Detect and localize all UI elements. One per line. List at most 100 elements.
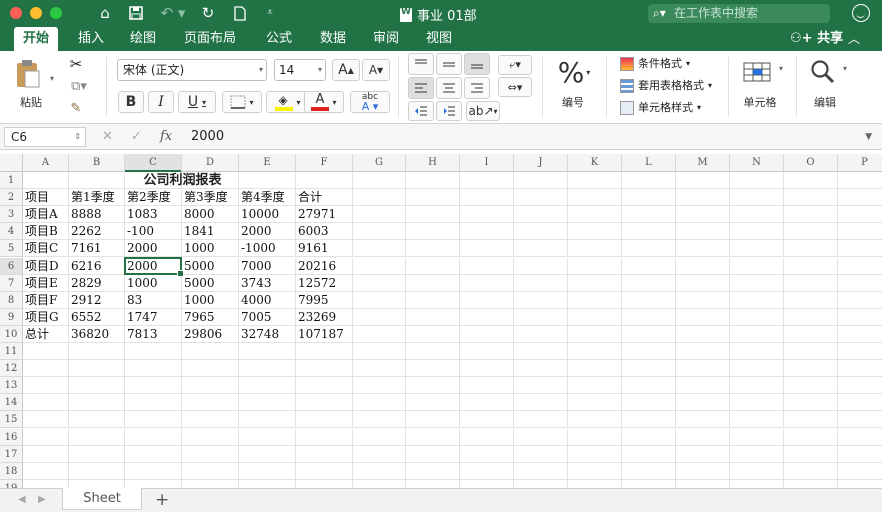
cell[interactable] — [23, 462, 69, 480]
row-header[interactable]: 6 — [0, 257, 23, 275]
wrap-text-icon[interactable]: ⤶▾ — [498, 55, 532, 75]
cell[interactable] — [622, 360, 676, 378]
format-painter-icon[interactable]: ✎ — [66, 99, 86, 117]
cell[interactable] — [514, 240, 568, 258]
cell[interactable] — [23, 172, 69, 190]
row-header[interactable]: 16 — [0, 428, 23, 446]
cell[interactable] — [125, 394, 182, 412]
cell[interactable] — [730, 411, 784, 429]
cell[interactable] — [69, 394, 125, 412]
align-middle-icon[interactable] — [436, 53, 462, 75]
cell[interactable] — [353, 377, 406, 395]
cell[interactable]: 项目C — [23, 240, 69, 258]
cell[interactable] — [838, 309, 882, 326]
edit-dropdown-icon[interactable]: ▾ — [840, 63, 850, 73]
cell[interactable] — [460, 240, 514, 258]
cell[interactable] — [514, 308, 568, 326]
cell[interactable] — [622, 206, 676, 224]
cell[interactable] — [784, 206, 838, 224]
cell[interactable]: 第4季度 — [239, 189, 296, 207]
cell[interactable] — [353, 189, 406, 207]
cell[interactable] — [406, 479, 460, 488]
cell[interactable] — [182, 394, 239, 412]
cell[interactable] — [568, 240, 622, 258]
cell[interactable] — [730, 377, 784, 395]
cell[interactable] — [296, 462, 353, 480]
undo-icon[interactable]: ↶ ▾ — [158, 3, 188, 23]
cell[interactable] — [676, 360, 730, 378]
cell[interactable] — [353, 360, 406, 378]
cell[interactable] — [125, 428, 182, 446]
cell[interactable]: 10000 — [239, 206, 296, 224]
cell[interactable]: 7161 — [69, 240, 125, 258]
cell[interactable] — [406, 257, 460, 275]
tab-data[interactable]: 数据 — [311, 27, 355, 51]
cell[interactable] — [406, 274, 460, 292]
cell[interactable] — [296, 377, 353, 395]
cell[interactable]: 4000 — [239, 291, 296, 309]
cell[interactable] — [514, 411, 568, 429]
cell[interactable] — [406, 206, 460, 224]
cell[interactable] — [622, 308, 676, 326]
cell[interactable]: -1000 — [239, 240, 296, 258]
cell[interactable] — [730, 189, 784, 207]
select-all-corner[interactable] — [0, 154, 23, 172]
column-header[interactable]: I — [460, 154, 514, 172]
cell[interactable] — [23, 479, 69, 488]
column-header[interactable]: P — [838, 154, 882, 172]
tab-review[interactable]: 审阅 — [364, 27, 408, 51]
cell[interactable] — [784, 462, 838, 480]
cell[interactable] — [296, 445, 353, 463]
cell[interactable] — [353, 257, 406, 275]
cell[interactable] — [23, 343, 69, 361]
cell[interactable] — [676, 206, 730, 224]
align-right-icon[interactable] — [464, 77, 490, 99]
cell[interactable]: 20216 — [296, 257, 353, 275]
cell[interactable]: 项目E — [23, 274, 69, 292]
cell[interactable] — [182, 377, 239, 395]
cell[interactable]: 1000 — [182, 240, 239, 258]
cell[interactable] — [568, 445, 622, 463]
cell[interactable] — [353, 411, 406, 429]
cell[interactable] — [239, 343, 296, 361]
cell[interactable] — [406, 394, 460, 412]
cell[interactable]: 合计 — [296, 189, 353, 207]
cell[interactable]: 6003 — [296, 223, 353, 241]
cell[interactable] — [730, 257, 784, 275]
cell[interactable] — [784, 428, 838, 446]
cell[interactable] — [676, 411, 730, 429]
column-header[interactable]: D — [182, 154, 239, 172]
share-button[interactable]: ⚇+ 共享 — [790, 27, 843, 51]
column-header[interactable]: N — [730, 154, 784, 172]
cell[interactable] — [622, 189, 676, 207]
underline-button[interactable]: U ▾ — [178, 91, 216, 113]
cell[interactable] — [730, 291, 784, 309]
cell[interactable] — [622, 274, 676, 292]
cell[interactable] — [353, 223, 406, 241]
cell[interactable] — [622, 223, 676, 241]
cell[interactable] — [406, 240, 460, 258]
cells-icon[interactable] — [740, 57, 776, 87]
window-close-button[interactable] — [10, 7, 22, 19]
row-header[interactable]: 17 — [0, 445, 23, 463]
cell[interactable] — [406, 411, 460, 429]
align-center-icon[interactable] — [436, 77, 462, 99]
cell[interactable]: 项目A — [23, 206, 69, 224]
cell[interactable]: 7000 — [239, 257, 296, 275]
merge-center-icon[interactable]: ⇔▾ — [498, 77, 532, 97]
increase-indent-icon[interactable] — [436, 101, 462, 121]
cell[interactable]: -100 — [125, 223, 182, 241]
cell[interactable] — [568, 325, 622, 343]
cell[interactable] — [69, 360, 125, 378]
cell[interactable] — [838, 394, 882, 412]
cell[interactable] — [125, 343, 182, 361]
cell[interactable] — [353, 428, 406, 446]
cell[interactable] — [406, 445, 460, 463]
cell[interactable]: 1083 — [125, 206, 182, 224]
cell[interactable] — [730, 274, 784, 292]
tab-home[interactable]: 开始 — [14, 27, 59, 51]
row-header[interactable]: 18 — [0, 462, 23, 480]
cell[interactable]: 5000 — [182, 257, 239, 275]
cell[interactable] — [622, 291, 676, 309]
cell[interactable]: 7965 — [182, 308, 239, 326]
